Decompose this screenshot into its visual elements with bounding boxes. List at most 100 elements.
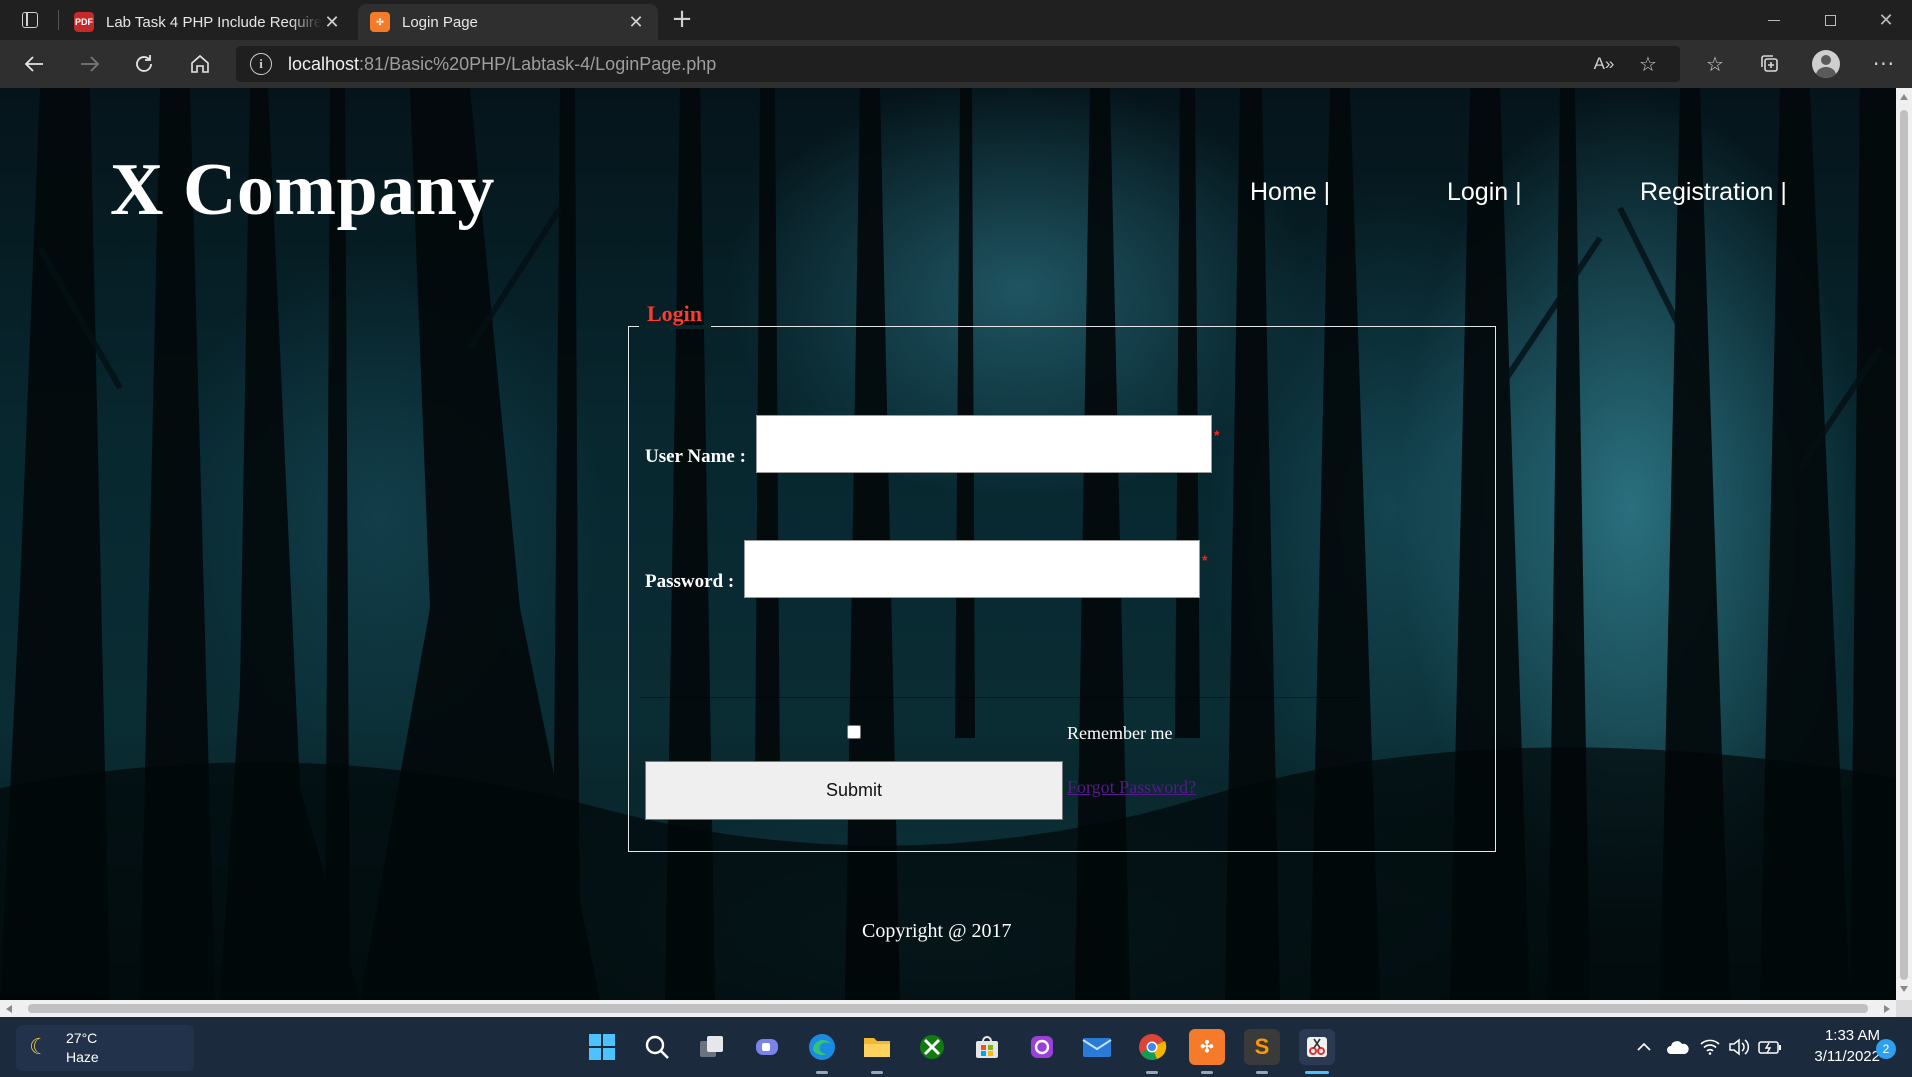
close-icon[interactable]: ✕ (322, 12, 342, 33)
url-host: localhost (288, 53, 360, 74)
favorites-icon[interactable]: ☆ (1697, 46, 1733, 82)
speaker-glyph (1729, 1038, 1750, 1056)
envelope-glyph (1082, 1038, 1112, 1057)
nav-home-link[interactable]: Home | (1250, 178, 1330, 207)
show-hidden-icons-button[interactable] (1636, 1017, 1652, 1077)
xbox-icon[interactable] (914, 1029, 950, 1065)
tab-login-page[interactable]: ✣ Login Page ✕ (358, 4, 658, 40)
chrome-glyph (1139, 1034, 1167, 1060)
password-label: Password : (645, 571, 735, 592)
copyright-text: Copyright @ 2017 (862, 920, 1012, 942)
maximize-button[interactable] (1802, 0, 1858, 40)
start-icon[interactable] (584, 1029, 620, 1065)
window-close-button[interactable]: ✕ (1858, 0, 1912, 40)
site-title: X Company (110, 149, 495, 231)
chevron-up-icon (1637, 1042, 1651, 1051)
nav-registration-link[interactable]: Registration | (1640, 178, 1787, 207)
scroll-right-icon[interactable] (1884, 1005, 1890, 1013)
xampp-running-indicator (1201, 1071, 1213, 1074)
nav-login-link[interactable]: Login | (1447, 178, 1522, 207)
url-text: localhost:81/Basic%20PHP/Labtask-4/Login… (288, 54, 716, 75)
username-input[interactable] (756, 415, 1212, 473)
login-legend: Login (647, 301, 703, 326)
close-icon[interactable]: ✕ (626, 12, 646, 33)
horizontal-scrollbar[interactable] (0, 1000, 1896, 1017)
profile-avatar[interactable] (1808, 46, 1844, 82)
search-icon[interactable] (639, 1029, 675, 1065)
weather-text: 27°C Haze (66, 1029, 99, 1067)
read-aloud-icon[interactable]: A» (1586, 46, 1622, 82)
username-required-marker: * (1214, 427, 1220, 443)
forgot-password-link[interactable]: Forgot Password? (1067, 777, 1196, 798)
refresh-icon (136, 55, 152, 72)
mail-icon[interactable] (1079, 1029, 1115, 1065)
edge-running-indicator (816, 1071, 828, 1074)
xbox-glyph (920, 1035, 944, 1059)
wifi-icon[interactable] (1700, 1017, 1720, 1077)
clock-time: 1:33 AM (1824, 1027, 1880, 1044)
collections-icon[interactable] (1752, 46, 1788, 82)
submit-button[interactable]: Submit (645, 761, 1063, 820)
snipping-tool-icon[interactable] (1299, 1029, 1335, 1065)
password-input[interactable] (744, 540, 1200, 598)
tab-separator (58, 10, 59, 30)
onedrive-icon[interactable] (1666, 1017, 1690, 1077)
collections-glyph (1761, 55, 1778, 72)
tab-title: Lab Task 4 PHP Include Require v (106, 13, 322, 31)
battery-glyph (1758, 1041, 1781, 1054)
page-viewport: X Company Home | Login | Registration | … (0, 88, 1896, 1000)
scrollbar-corner (1896, 1000, 1912, 1017)
sublime-running-indicator (1256, 1071, 1268, 1074)
tab-title: Login Page (402, 13, 478, 31)
url-bar[interactable]: i localhost:81/Basic%20PHP/Labtask-4/Log… (236, 46, 1680, 82)
scroll-left-icon[interactable] (6, 1005, 12, 1013)
chat-icon[interactable] (749, 1029, 785, 1065)
folder-glyph (864, 1038, 890, 1057)
login-fieldset: Login User Name : * Password : * Remembe… (628, 301, 1496, 852)
battery-icon[interactable] (1758, 1017, 1782, 1077)
teams-glyph (1031, 1036, 1053, 1058)
weather-temp: 27°C (66, 1030, 98, 1046)
scissors-glyph (1307, 1037, 1327, 1057)
clock-date: 3/11/2022 (1814, 1048, 1880, 1065)
task-view-icon[interactable] (694, 1029, 730, 1065)
chrome-icon[interactable] (1134, 1029, 1170, 1065)
teams-icon[interactable] (1024, 1029, 1060, 1065)
remember-me-checkbox[interactable] (847, 725, 861, 739)
edge-icon[interactable] (804, 1029, 840, 1065)
add-favorite-icon[interactable]: ☆ (1630, 46, 1666, 82)
minimize-button[interactable] (1746, 0, 1802, 40)
new-tab-button[interactable]: + (668, 6, 696, 34)
more-menu-icon[interactable]: ··· (1866, 46, 1902, 82)
file-explorer-icon[interactable] (859, 1029, 895, 1065)
reload-button[interactable] (126, 48, 162, 80)
browser-tab-bar: PDF Lab Task 4 PHP Include Require v ✕ ✣… (0, 0, 1912, 40)
weather-widget[interactable]: ☾ 27°C Haze (16, 1025, 194, 1071)
home-button[interactable] (182, 48, 218, 80)
scroll-down-icon[interactable] (1900, 986, 1908, 992)
url-path: :81/Basic%20PHP/Labtask-4/LoginPage.php (359, 53, 717, 74)
xampp-taskbar-icon[interactable]: ✣ (1189, 1029, 1225, 1065)
chat-glyph (756, 1039, 778, 1055)
site-info-icon[interactable]: i (250, 53, 272, 75)
sublime-text-icon[interactable]: S (1244, 1029, 1280, 1065)
vertical-scrollbar[interactable] (1896, 88, 1912, 1000)
horizontal-scroll-thumb[interactable] (28, 1004, 1868, 1013)
vertical-scroll-thumb[interactable] (1900, 110, 1908, 980)
arrow-right-icon (81, 56, 100, 72)
forward-button[interactable] (72, 48, 108, 80)
tab-actions-icon[interactable] (16, 8, 44, 32)
notification-badge[interactable]: 2 (1876, 1039, 1896, 1059)
store-glyph (976, 1036, 998, 1058)
weather-desc: Haze (66, 1049, 99, 1065)
tab-lab-task[interactable]: PDF Lab Task 4 PHP Include Require v ✕ (62, 4, 354, 40)
volume-icon[interactable] (1728, 1017, 1750, 1077)
scroll-up-icon[interactable] (1900, 94, 1908, 100)
system-clock[interactable]: 1:33 AM 3/11/2022 (1790, 1025, 1880, 1067)
store-icon[interactable] (969, 1029, 1005, 1065)
back-button[interactable] (16, 48, 52, 80)
snipping-active-indicator (1305, 1071, 1329, 1074)
form-divider (639, 697, 1359, 698)
wifi-glyph (1700, 1039, 1720, 1055)
explorer-running-indicator (871, 1071, 883, 1074)
